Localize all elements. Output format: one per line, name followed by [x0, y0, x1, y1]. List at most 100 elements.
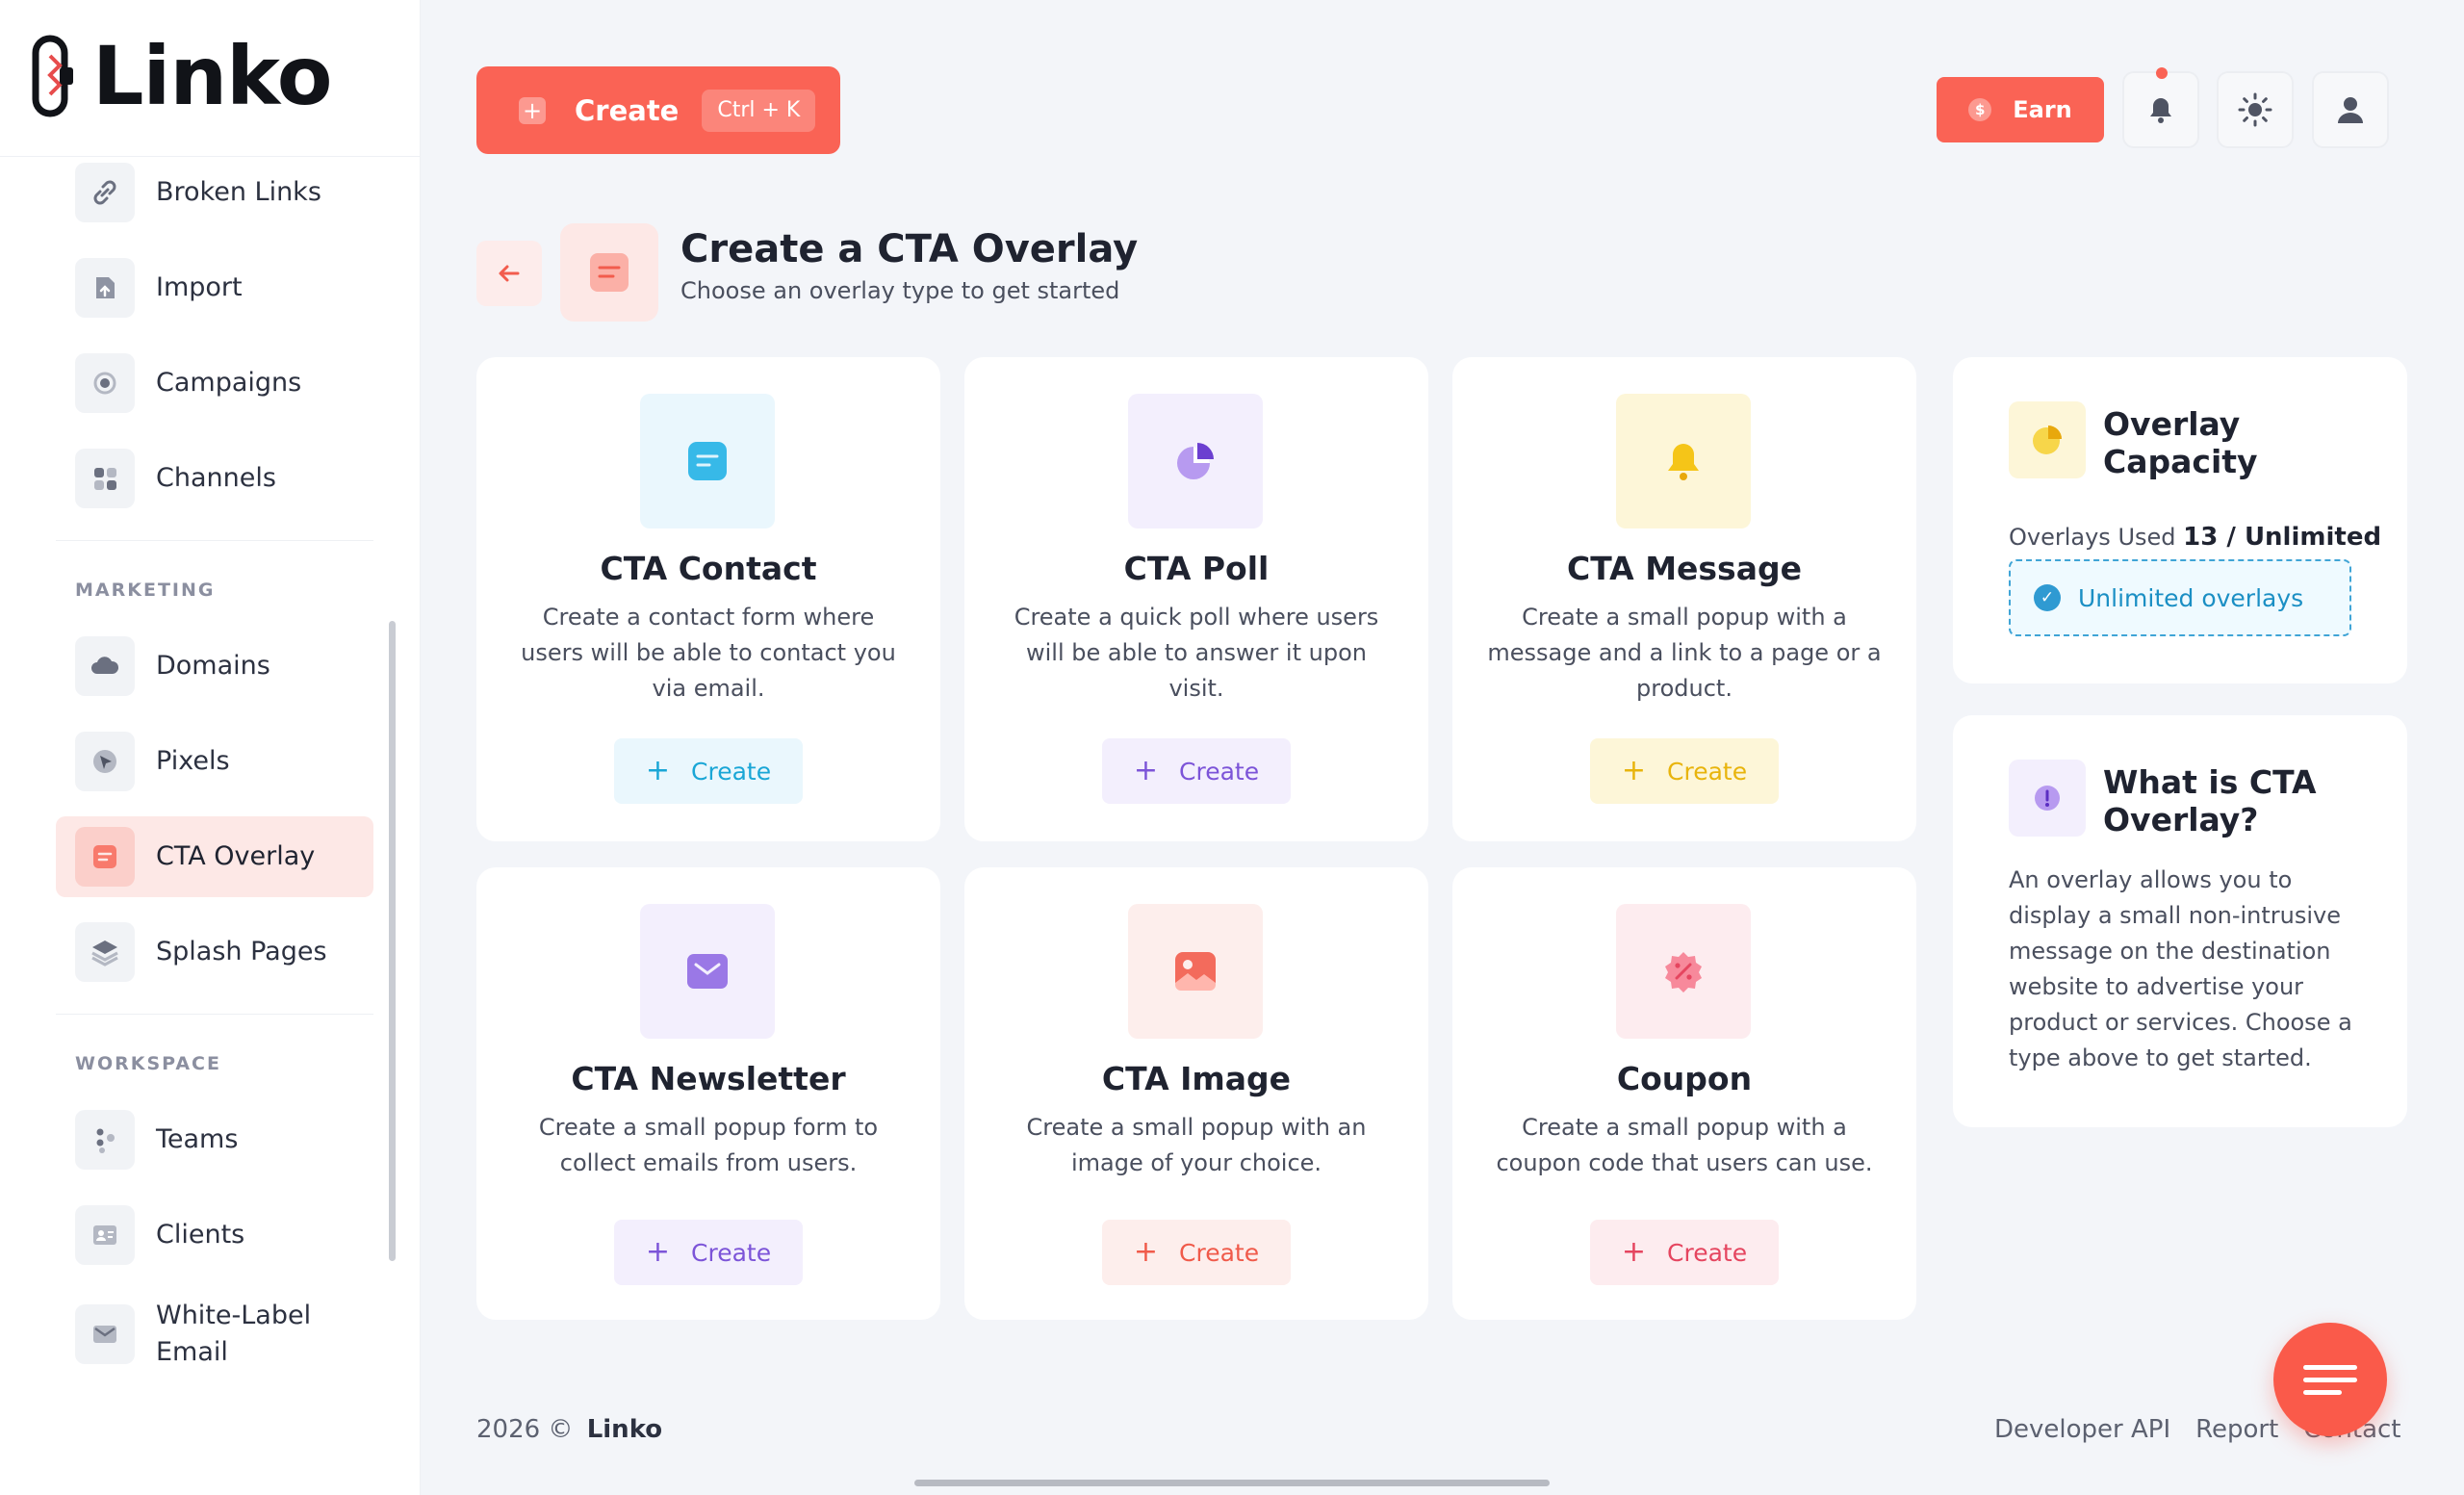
card-description: Create a small popup with an image of yo… — [1026, 1114, 1367, 1176]
overlay-capacity-panel: Overlay Capacity Overlays Used 13 / Unli… — [1953, 357, 2407, 683]
user-menu-button[interactable] — [2312, 71, 2389, 148]
earn-button-label: Earn — [2013, 96, 2072, 123]
theme-toggle-button[interactable] — [2217, 71, 2294, 148]
sidebar-item-campaigns[interactable]: Campaigns — [56, 343, 373, 424]
create-button-label: Create — [1667, 1238, 1748, 1267]
sidebar-divider — [56, 1014, 373, 1015]
create-coupon-button[interactable]: + Create — [1590, 1220, 1779, 1285]
create-cta-contact-button[interactable]: + Create — [614, 738, 803, 804]
sidebar-scrollbar[interactable] — [389, 621, 396, 1261]
envelope-icon — [640, 904, 775, 1039]
sidebar-item-clients[interactable]: Clients — [56, 1195, 373, 1276]
channels-icon — [75, 449, 135, 508]
earn-button[interactable]: $ Earn — [1937, 77, 2104, 142]
create-button-label: Create — [1179, 1238, 1260, 1267]
sidebar-divider — [56, 540, 373, 541]
sidebar-item-domains[interactable]: Domains — [56, 626, 373, 707]
plus-icon: + — [1621, 1235, 1647, 1269]
card-title: CTA Newsletter — [571, 1060, 846, 1097]
card-description: Create a small popup with a message and … — [1487, 604, 1882, 702]
unlimited-overlays-badge: ✓ Unlimited overlays — [2009, 559, 2351, 636]
bell-icon — [2150, 98, 2171, 123]
info-icon — [2009, 760, 2086, 837]
notifications-button[interactable] — [2122, 71, 2199, 148]
overlays-used: Overlays Used 13 / Unlimited — [2009, 523, 2381, 552]
card-description: Create a small popup form to collect ema… — [538, 1114, 879, 1176]
sidebar-nav: Broken Links Import Campaigns Channels M… — [56, 156, 373, 1393]
horizontal-scrollbar[interactable] — [914, 1480, 1550, 1486]
sidebar-item-label: Pixels — [156, 746, 230, 776]
sidebar-item-label: Teams — [156, 1124, 239, 1154]
card-cta-newsletter: CTA Newsletter Create a small popup form… — [476, 867, 940, 1320]
pie-chart-icon — [2009, 401, 2086, 478]
logo-mark-icon — [31, 35, 83, 117]
teams-icon — [75, 1110, 135, 1170]
card-cta-image: CTA Image Create a small popup with an i… — [964, 867, 1428, 1320]
sidebar-item-pixels[interactable]: Pixels — [56, 721, 373, 802]
create-cta-newsletter-button[interactable]: + Create — [614, 1220, 803, 1285]
chat-bubble-icon — [640, 394, 775, 528]
create-button[interactable]: + Create Ctrl + K — [476, 66, 840, 154]
plus-icon: + — [519, 96, 546, 124]
plus-icon: + — [645, 754, 671, 787]
broken-link-icon — [75, 163, 135, 222]
card-cta-contact: CTA Contact Create a contact form where … — [476, 357, 940, 841]
check-circle-icon: ✓ — [2034, 584, 2061, 611]
card-coupon: Coupon Create a small popup with a coupo… — [1452, 867, 1916, 1320]
sidebar-item-channels[interactable]: Channels — [56, 438, 373, 519]
sidebar-section-workspace: WORKSPACE — [75, 1053, 221, 1074]
pie-chart-icon — [1128, 394, 1263, 528]
user-icon — [2338, 97, 2363, 123]
footer-link-developer-api[interactable]: Developer API — [1994, 1415, 2170, 1444]
sidebar-item-label: CTA Overlay — [156, 841, 316, 871]
bell-icon — [1616, 394, 1751, 528]
card-cta-message: CTA Message Create a small popup with a … — [1452, 357, 1916, 841]
card-title: Coupon — [1616, 1060, 1753, 1097]
back-button[interactable] — [476, 241, 542, 306]
brand-name: Linko — [92, 29, 332, 123]
sidebar-item-label: Clients — [156, 1220, 245, 1250]
sidebar-item-cta-overlay[interactable]: CTA Overlay — [56, 816, 373, 897]
cloud-icon — [75, 636, 135, 696]
menu-line-icon — [2303, 1389, 2342, 1395]
sidebar-item-label: Channels — [156, 463, 276, 493]
sun-icon — [2238, 92, 2272, 127]
arrow-left-icon — [499, 265, 520, 282]
create-shortcut-hint: Ctrl + K — [702, 89, 816, 132]
brand-logo[interactable]: Linko — [31, 29, 332, 123]
create-cta-poll-button[interactable]: + Create — [1102, 738, 1291, 804]
create-button-label: Create — [691, 1238, 772, 1267]
plus-icon: + — [1133, 1235, 1159, 1269]
campaigns-icon — [75, 353, 135, 413]
sidebar-item-import[interactable]: Import — [56, 247, 373, 328]
plus-icon: + — [1621, 754, 1647, 787]
sidebar-item-splash-pages[interactable]: Splash Pages — [56, 912, 373, 992]
footer-link-report[interactable]: Report — [2195, 1415, 2278, 1444]
sidebar-item-label: Domains — [156, 651, 270, 681]
sidebar: Linko Broken Links Import Campaigns Chan… — [0, 0, 421, 1495]
card-title: CTA Image — [1101, 1060, 1292, 1097]
footer-brand: Linko — [586, 1415, 663, 1444]
create-cta-image-button[interactable]: + Create — [1102, 1220, 1291, 1285]
create-button-label: Create — [1667, 757, 1748, 786]
card-title: CTA Contact — [600, 550, 817, 587]
sidebar-item-label: Import — [156, 272, 243, 302]
cta-overlay-icon — [75, 827, 135, 887]
sidebar-item-label: Splash Pages — [156, 937, 327, 967]
footer-copyright: 2026 © Linko — [476, 1415, 662, 1444]
notification-dot — [2156, 67, 2168, 79]
sidebar-item-teams[interactable]: Teams — [56, 1099, 373, 1180]
plus-icon: + — [1133, 754, 1159, 787]
quick-menu-fab[interactable] — [2273, 1323, 2387, 1436]
copyright-text: 2026 © — [476, 1415, 574, 1444]
panel-title: What is CTA Overlay? — [2103, 763, 2317, 838]
create-cta-message-button[interactable]: + Create — [1590, 738, 1779, 804]
sidebar-item-white-label-email[interactable]: White-Label Email — [56, 1290, 373, 1379]
card-title: CTA Poll — [1123, 550, 1270, 587]
card-cta-poll: CTA Poll Create a quick poll where users… — [964, 357, 1428, 841]
create-button-label: Create — [1179, 757, 1260, 786]
sidebar-item-label: Broken Links — [156, 177, 321, 207]
sidebar-item-label: Campaigns — [156, 368, 302, 398]
sidebar-item-broken-links[interactable]: Broken Links — [56, 152, 373, 233]
layers-icon — [75, 922, 135, 982]
